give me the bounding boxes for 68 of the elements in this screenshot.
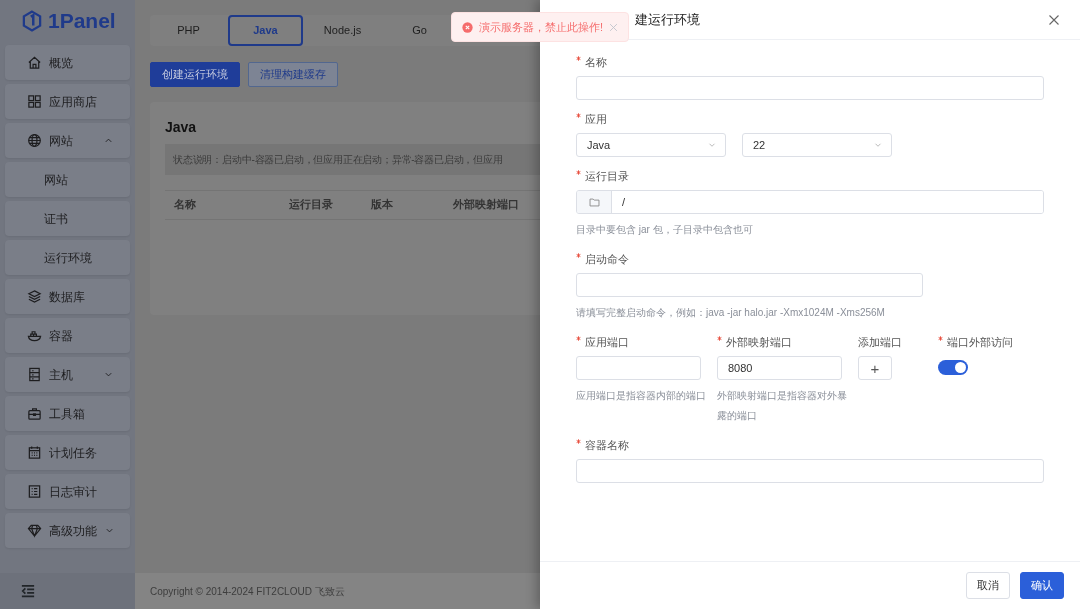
- input-field[interactable]: 8080: [717, 356, 842, 380]
- menu-fold-icon[interactable]: [20, 584, 36, 598]
- create-button[interactable]: 创建运行环境: [150, 62, 240, 87]
- column-header: 名称: [173, 197, 197, 213]
- clear-cache-button[interactable]: 清理构建缓存: [248, 62, 338, 87]
- sidebar-subitem[interactable]: 网站: [5, 162, 130, 197]
- database-icon: [27, 289, 42, 304]
- help-text: 应用端口是指容器内部的端口: [576, 389, 707, 403]
- input-field[interactable]: [576, 356, 701, 380]
- list-icon: [27, 484, 42, 499]
- close-icon[interactable]: [1048, 13, 1060, 26]
- grid-icon: [27, 94, 42, 109]
- path-field[interactable]: /: [576, 190, 1044, 214]
- globe-icon: [27, 133, 42, 148]
- tab[interactable]: Go: [382, 15, 457, 46]
- drawer-title: 建运行环境: [635, 10, 700, 29]
- sidebar-item[interactable]: 数据库: [5, 279, 130, 314]
- sidebar-item[interactable]: 应用商店: [5, 84, 130, 119]
- logo-text: 1Panel: [48, 8, 116, 35]
- container-icon: [27, 328, 42, 343]
- help-text: 请填写完整启动命令，例如：java -jar halo.jar -Xmx1024M -Xms256M: [576, 306, 886, 320]
- sidebar-item[interactable]: 高级功能: [5, 513, 130, 548]
- toggle-switch[interactable]: [938, 360, 968, 375]
- sidebar-item[interactable]: 网站: [5, 123, 130, 158]
- help-text: 外部映射端口是指容器对外暴露的端口: [717, 389, 848, 423]
- logo-icon: [22, 10, 42, 32]
- sidebar-subitem[interactable]: 运行环境: [5, 240, 130, 275]
- select-field[interactable]: Java: [576, 133, 726, 157]
- tab[interactable]: Node.js: [305, 15, 380, 46]
- input-field[interactable]: [576, 273, 923, 297]
- home-icon: [27, 55, 42, 70]
- add-button[interactable]: +: [858, 356, 892, 380]
- input-field[interactable]: [576, 76, 1044, 100]
- server-icon: [27, 367, 42, 382]
- sidebar-item[interactable]: 工具箱: [5, 396, 130, 431]
- column-header: 运行目录: [289, 197, 334, 213]
- calendar-icon: [27, 445, 42, 460]
- error-icon: [462, 21, 473, 33]
- field-label: 应用: [576, 111, 1044, 127]
- sidebar-item[interactable]: 计划任务: [5, 435, 130, 470]
- field-label: 应用端口: [576, 334, 717, 350]
- sidebar-item[interactable]: 容器: [5, 318, 130, 353]
- sidebar-item[interactable]: 概览: [5, 45, 130, 80]
- copyright-text: Copyright © 2014-2024 FIT2CLOUD 飞致云: [150, 584, 345, 599]
- diamond-icon: [27, 523, 42, 538]
- toolbox-icon: [27, 406, 42, 421]
- field-label: 外部映射端口: [717, 334, 858, 350]
- field-label: 名称: [576, 54, 1044, 70]
- input-field[interactable]: [576, 459, 1044, 483]
- tab[interactable]: Java: [228, 15, 303, 46]
- toast-message: 演示服务器，禁止此操作!: [479, 19, 604, 35]
- field-label: 端口外部访问: [938, 334, 1058, 350]
- confirm-button[interactable]: 确认: [1020, 572, 1064, 599]
- column-header: 版本: [371, 197, 394, 213]
- tab[interactable]: PHP: [151, 15, 226, 46]
- field-label: 启动命令: [576, 251, 1044, 267]
- sidebar-item[interactable]: 日志审计: [5, 474, 130, 509]
- sidebar-subitem[interactable]: 证书: [5, 201, 130, 236]
- sidebar-item[interactable]: 主机: [5, 357, 130, 392]
- column-header: 外部映射端口: [453, 197, 520, 213]
- field-label: 添加端口: [858, 335, 903, 350]
- cancel-button[interactable]: 取消: [966, 572, 1010, 599]
- panel-title: Java: [165, 117, 198, 137]
- select-field[interactable]: 22: [742, 133, 892, 157]
- folder-icon: [588, 196, 600, 208]
- field-label: 容器名称: [576, 437, 1044, 453]
- field-label: 运行目录: [576, 168, 1044, 184]
- help-text: 目录中要包含 jar 包，子目录中包含也可: [576, 223, 754, 237]
